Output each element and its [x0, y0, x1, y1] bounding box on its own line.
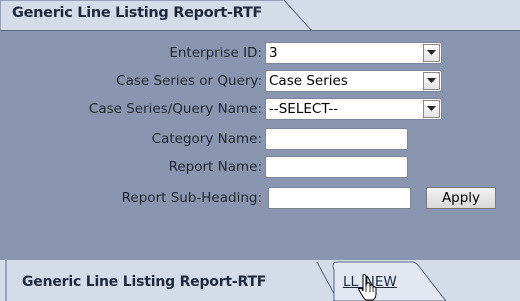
enterprise-id-row: Enterprise ID: 3 — [0, 41, 520, 67]
category-name-label: Category Name: — [151, 131, 262, 147]
report-sub-heading-label: Report Sub-Heading: — [121, 190, 262, 206]
report-name-input[interactable] — [265, 156, 408, 178]
tab-generic-line-listing-report[interactable]: Generic Line Listing Report-RTF — [22, 274, 266, 290]
report-name-row: Report Name: — [0, 155, 520, 181]
report-title-tab: Generic Line Listing Report-RTF — [0, 0, 312, 31]
case-series-or-query-select[interactable]: Case Series — [265, 70, 442, 92]
enterprise-id-label: Enterprise ID: — [169, 45, 262, 61]
category-name-row: Category Name: — [0, 127, 520, 153]
apply-button[interactable]: Apply — [426, 187, 496, 209]
report-sub-heading-input[interactable] — [268, 187, 411, 209]
category-name-input[interactable] — [265, 128, 408, 150]
case-series-query-name-label: Case Series/Query Name: — [88, 101, 262, 117]
case-series-or-query-value: Case Series — [269, 73, 348, 89]
enterprise-id-select[interactable]: 3 — [265, 42, 442, 64]
chevron-down-icon[interactable] — [423, 44, 440, 62]
report-window: Generic Line Listing Report-RTF Enterpri… — [0, 0, 520, 301]
case-series-or-query-label: Case Series or Query: — [116, 73, 262, 89]
hand-pointer-icon — [358, 274, 377, 301]
case-series-or-query-row: Case Series or Query: Case Series — [0, 69, 520, 95]
chevron-down-icon[interactable] — [423, 72, 440, 90]
report-name-label: Report Name: — [168, 159, 262, 175]
enterprise-id-value: 3 — [269, 45, 278, 61]
chevron-down-icon[interactable] — [423, 100, 440, 118]
case-series-query-name-value: --SELECT-- — [269, 101, 339, 117]
report-tab-strip: Generic Line Listing Report-RTF LL_NEW — [0, 260, 520, 301]
report-sub-heading-row: Report Sub-Heading: Apply — [0, 186, 520, 212]
case-series-query-name-row: Case Series/Query Name: --SELECT-- — [0, 97, 520, 123]
case-series-query-name-select[interactable]: --SELECT-- — [265, 98, 442, 120]
report-parameters-panel: Enterprise ID: 3 Case Series or Query: C… — [0, 30, 520, 261]
report-title: Generic Line Listing Report-RTF — [12, 5, 263, 21]
